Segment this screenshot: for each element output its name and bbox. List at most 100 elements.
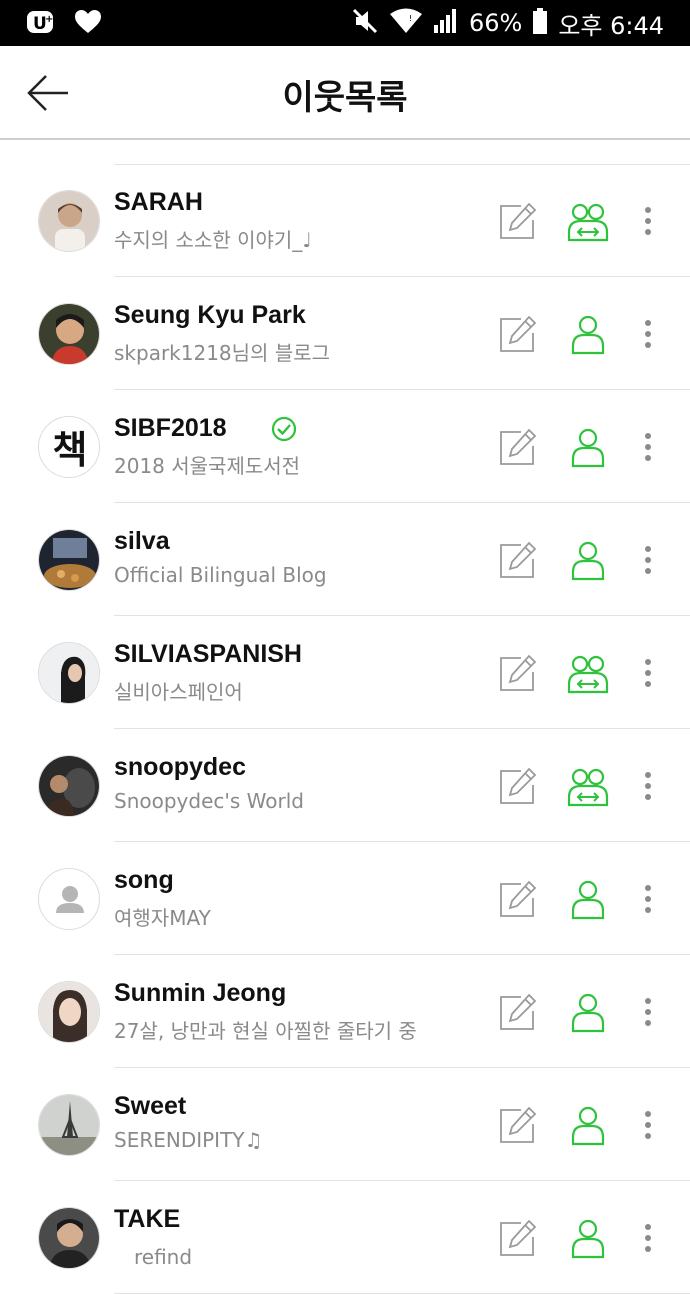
avatar[interactable]	[38, 1094, 100, 1156]
write-button[interactable]	[499, 315, 537, 353]
avatar[interactable]	[38, 981, 100, 1043]
kebab-menu-icon	[645, 772, 651, 800]
write-button[interactable]	[499, 541, 537, 579]
list-item[interactable]: Sweet SERENDIPITY♫	[0, 1068, 690, 1181]
neighbor-icon	[571, 993, 605, 1033]
neighbor-blog-title: 실비아스페인어	[114, 680, 243, 704]
page-title: 이웃목록	[282, 78, 408, 118]
avatar[interactable]	[38, 303, 100, 365]
avatar[interactable]: 책	[38, 416, 100, 478]
more-options-button[interactable]	[638, 319, 658, 349]
pencil-icon	[500, 993, 537, 1030]
avatar[interactable]	[38, 642, 100, 704]
list-item[interactable]: SARAH 수지의 소소한 이야기_♩	[0, 164, 690, 277]
mutual-neighbor-button[interactable]	[566, 654, 610, 694]
list-item[interactable]: Sunmin Jeong 27살, 낭만과 현실 아찔한 줄타기 중	[0, 955, 690, 1068]
verified-check-icon	[271, 416, 296, 441]
list-item[interactable]: song 여행자MAY	[0, 842, 690, 955]
svg-text:+: +	[45, 14, 53, 25]
avatar[interactable]	[38, 529, 100, 591]
neighbor-blog-title: 여행자MAY	[114, 906, 211, 930]
more-options-button[interactable]	[638, 545, 658, 575]
list-item[interactable]: TAKE refind	[0, 1181, 690, 1294]
avatar[interactable]	[38, 868, 100, 930]
more-options-button[interactable]	[638, 771, 658, 801]
write-button[interactable]	[499, 1219, 537, 1257]
kebab-menu-icon	[645, 546, 651, 574]
pencil-icon	[500, 1106, 537, 1143]
neighbor-name: SARAH	[114, 188, 203, 216]
kebab-menu-icon	[645, 320, 651, 348]
kebab-menu-icon	[645, 885, 651, 913]
neighbor-icon	[571, 541, 605, 581]
more-options-button[interactable]	[638, 206, 658, 236]
neighbor-icon	[571, 880, 605, 920]
neighbor-name: snoopydec	[114, 753, 246, 781]
neighbor-button[interactable]	[566, 541, 610, 581]
write-button[interactable]	[499, 1106, 537, 1144]
neighbor-blog-title: Official Bilingual Blog	[114, 563, 327, 587]
wifi-icon: !	[389, 7, 423, 39]
write-button[interactable]	[499, 202, 537, 240]
mutual-neighbor-icon	[567, 768, 609, 807]
battery-percent: 66%	[468, 9, 523, 37]
neighbor-button[interactable]	[566, 1106, 610, 1146]
neighbor-blog-title: SERENDIPITY♫	[114, 1128, 263, 1152]
pencil-icon	[500, 428, 537, 465]
write-button[interactable]	[499, 428, 537, 466]
list-item[interactable]: Seung Kyu Park skpark1218님의 블로그	[0, 277, 690, 390]
list-item[interactable]: SILVIASPANISH 실비아스페인어	[0, 616, 690, 729]
more-options-button[interactable]	[638, 1110, 658, 1140]
neighbor-icon	[571, 428, 605, 468]
write-button[interactable]	[499, 767, 537, 805]
neighbor-button[interactable]	[566, 880, 610, 920]
neighbor-button[interactable]	[566, 428, 610, 468]
pencil-icon	[500, 541, 537, 578]
neighbor-icon	[571, 1219, 605, 1259]
list-item[interactable]: snoopydec Snoopydec's World	[0, 729, 690, 842]
pencil-icon	[500, 880, 537, 917]
svg-text:!: !	[409, 14, 412, 23]
more-options-button[interactable]	[638, 1223, 658, 1253]
kebab-menu-icon	[645, 1111, 651, 1139]
neighbor-blog-title: refind	[114, 1245, 193, 1269]
mutual-neighbor-icon	[567, 655, 609, 694]
pencil-icon	[500, 654, 537, 691]
neighbor-icon	[571, 315, 605, 355]
more-options-button[interactable]	[638, 432, 658, 462]
mutual-neighbor-button[interactable]	[566, 202, 610, 242]
mute-icon	[351, 7, 379, 39]
neighbor-blog-title: 수지의 소소한 이야기_♩	[114, 228, 312, 252]
avatar[interactable]	[38, 1207, 100, 1269]
pencil-icon	[500, 767, 537, 804]
neighbor-name: Sunmin Jeong	[114, 979, 287, 1007]
more-options-button[interactable]	[638, 997, 658, 1027]
neighbor-list: SARAH 수지의 소소한 이야기_♩ Seung Kyu Park skpar…	[0, 164, 690, 1294]
mutual-neighbor-button[interactable]	[566, 767, 610, 807]
avatar[interactable]	[38, 190, 100, 252]
write-button[interactable]	[499, 654, 537, 692]
neighbor-button[interactable]	[566, 1219, 610, 1259]
avatar[interactable]	[38, 755, 100, 817]
neighbor-button[interactable]	[566, 993, 610, 1033]
neighbor-blog-title: 2018 서울국제도서전	[114, 454, 301, 478]
list-item[interactable]: 책 SIBF2018 2018 서울국제도서전	[0, 390, 690, 503]
write-button[interactable]	[499, 993, 537, 1031]
neighbor-button[interactable]	[566, 315, 610, 355]
kebab-menu-icon	[645, 1224, 651, 1252]
neighbor-blog-title: skpark1218님의 블로그	[114, 341, 331, 365]
neighbor-blog-title: 27살, 낭만과 현실 아찔한 줄타기 중	[114, 1019, 417, 1043]
write-button[interactable]	[499, 880, 537, 918]
neighbor-name: SILVIASPANISH	[114, 640, 302, 668]
battery-icon	[532, 7, 548, 39]
list-item[interactable]: silva Official Bilingual Blog	[0, 503, 690, 616]
more-options-button[interactable]	[638, 884, 658, 914]
pencil-icon	[500, 1219, 537, 1256]
mutual-neighbor-icon	[567, 203, 609, 242]
neighbor-name: silva	[114, 527, 170, 555]
neighbor-name: Seung Kyu Park	[114, 301, 306, 329]
avatar-logo-text: 책	[53, 428, 88, 472]
clock: 오후 6:44	[558, 11, 664, 40]
more-options-button[interactable]	[638, 658, 658, 688]
carrier-logo-icon: U +	[26, 8, 56, 40]
